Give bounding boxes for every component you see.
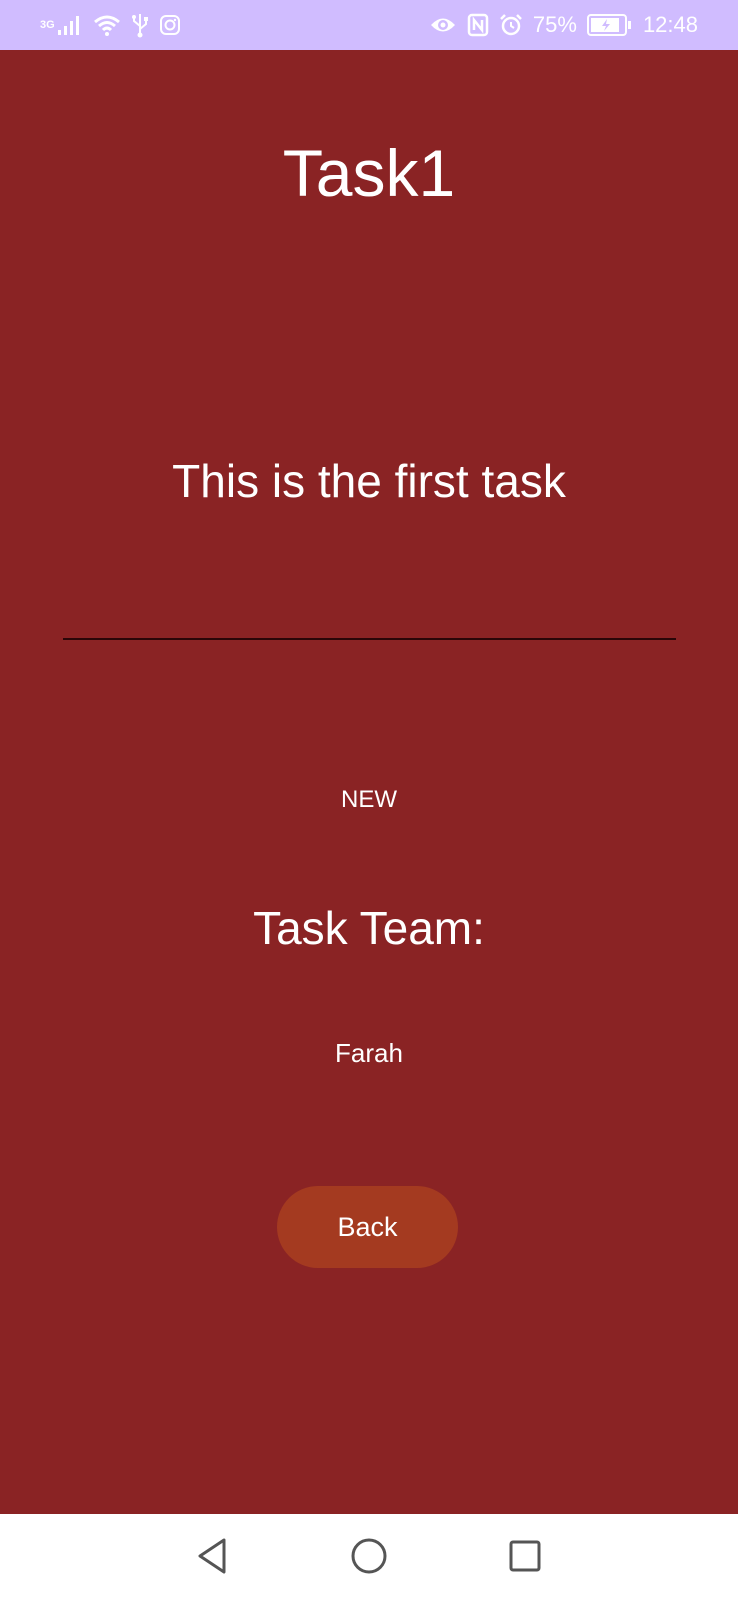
wifi-icon <box>93 13 121 37</box>
status-time: 12:48 <box>642 12 698 37</box>
nav-home-button[interactable] <box>347 1536 391 1580</box>
usb-icon <box>131 12 149 38</box>
signal-icon <box>57 14 83 36</box>
recents-square-icon <box>507 1538 543 1579</box>
task-detail-screen: Task1 This is the first task NEW Task Te… <box>0 50 738 1514</box>
back-button[interactable]: Back <box>277 1186 458 1268</box>
team-member-item: Farah <box>335 1038 403 1068</box>
back-triangle-icon <box>194 1536 230 1581</box>
network-type-label: 3G <box>40 19 55 31</box>
task-status: NEW <box>341 786 397 813</box>
task-team-heading: Task Team: <box>253 902 485 954</box>
home-circle-icon <box>349 1536 389 1581</box>
nav-recents-button[interactable] <box>503 1536 547 1580</box>
instagram-icon <box>159 14 181 36</box>
eye-icon <box>429 15 457 35</box>
status-left-icons: 3G <box>40 12 181 38</box>
alarm-icon <box>499 13 523 37</box>
task-description: This is the first task <box>172 455 566 507</box>
nav-back-button[interactable] <box>190 1536 234 1580</box>
status-bar: 3G 75% 12:48 <box>0 0 738 50</box>
nfc-icon <box>467 13 489 37</box>
task-title: Task1 <box>282 136 456 210</box>
system-navigation-bar <box>0 1514 738 1600</box>
battery-charging-icon <box>586 14 633 36</box>
battery-percent: 75% <box>532 12 577 37</box>
divider <box>63 638 676 640</box>
status-right-icons: 75% 12:48 <box>429 13 698 37</box>
